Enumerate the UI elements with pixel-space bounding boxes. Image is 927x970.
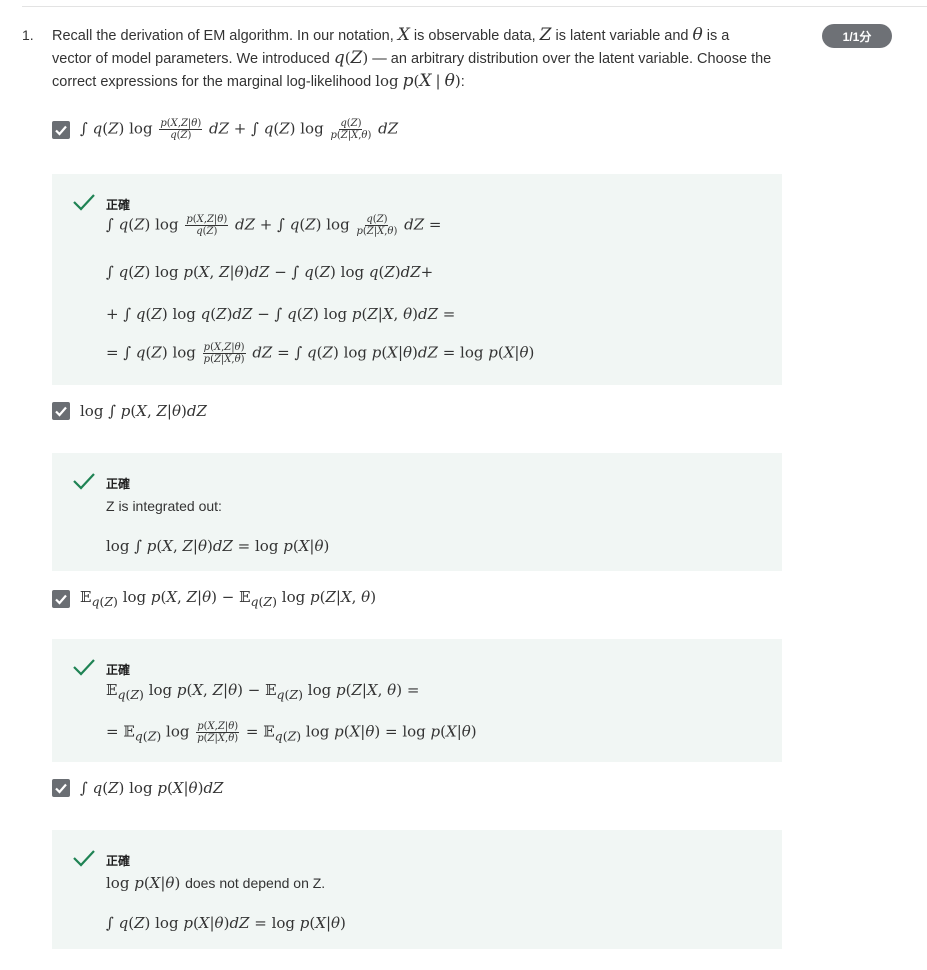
feedback-text: Z is integrated out: [106, 498, 222, 514]
correct-check-icon [73, 849, 95, 867]
checkbox-checked-icon[interactable] [52, 402, 70, 420]
feedback-panel-2: 正確 Z is integrated out: log ∫ p(X, Z|θ)d… [52, 453, 782, 571]
derivation-line: 𝔼q(Z) log p(X, Z|θ) − 𝔼q(Z) log p(Z|X, θ… [106, 681, 420, 702]
correct-check-icon [73, 193, 95, 211]
option-4[interactable]: ∫ q(Z) log p(X|θ)dZ [52, 779, 223, 797]
feedback-text: log p(X|θ) does not depend on Z. [106, 874, 326, 892]
checkbox-checked-icon[interactable] [52, 589, 70, 608]
feedback-label: 正確 [106, 854, 131, 868]
option-1[interactable]: ∫ q(Z) log p(X,Z|θ) q(Z) dZ + ∫ q(Z) log … [52, 118, 398, 141]
feedback-label: 正確 [106, 663, 131, 677]
checkbox-checked-icon[interactable] [52, 779, 70, 797]
question-text: Recall the derivation of EM algorithm. I… [52, 25, 772, 91]
option-1-expression: ∫ q(Z) log p(X,Z|θ) q(Z) dZ + ∫ q(Z) log … [80, 118, 399, 141]
feedback-panel-4: 正確 log p(X|θ) does not depend on Z. ∫ q(… [52, 830, 782, 949]
checkbox-checked-icon[interactable] [52, 120, 70, 139]
option-3[interactable]: 𝔼q(Z) log p(X, Z|θ) − 𝔼q(Z) log p(Z|X, θ… [52, 588, 376, 609]
derivation-line: ∫ q(Z) log p(X, Z|θ)dZ − ∫ q(Z) log q(Z)… [106, 263, 434, 281]
feedback-label: 正確 [106, 477, 131, 491]
feedback-panel-1: 正確 ∫ q(Z) log p(X,Z|θ) q(Z) dZ + ∫ q(Z) l… [52, 174, 782, 385]
derivation-line: log ∫ p(X, Z|θ)dZ = log p(X|θ) [106, 537, 330, 555]
score-badge: 1/1分 [822, 24, 892, 48]
correct-check-icon [73, 472, 95, 490]
option-4-expression: ∫ q(Z) log p(X|θ)dZ [80, 779, 224, 797]
feedback-panel-3: 正確 𝔼q(Z) log p(X, Z|θ) − 𝔼q(Z) log p(Z|X… [52, 639, 782, 762]
derivation-line: ∫ q(Z) log p(X,Z|θ) q(Z) dZ + ∫ q(Z) log … [106, 214, 442, 237]
divider [22, 6, 927, 7]
option-3-expression: 𝔼q(Z) log p(X, Z|θ) − 𝔼q(Z) log p(Z|X, θ… [80, 588, 377, 609]
feedback-label: 正確 [106, 198, 131, 212]
option-2[interactable]: log ∫ p(X, Z|θ)dZ [52, 402, 207, 420]
derivation-line: + ∫ q(Z) log q(Z)dZ − ∫ q(Z) log p(Z|X, … [106, 305, 456, 323]
derivation-line: = 𝔼q(Z) log p(X,Z|θ) p(Z|X,θ) = 𝔼q(Z) log… [106, 721, 477, 744]
correct-check-icon [73, 658, 95, 676]
derivation-line: = ∫ q(Z) log p(X,Z|θ) p(Z|X,θ) dZ = ∫ q(Z… [106, 342, 535, 365]
derivation-line: ∫ q(Z) log p(X|θ)dZ = log p(X|θ) [106, 914, 346, 932]
option-2-expression: log ∫ p(X, Z|θ)dZ [80, 402, 207, 420]
question-number: 1. [22, 27, 34, 43]
